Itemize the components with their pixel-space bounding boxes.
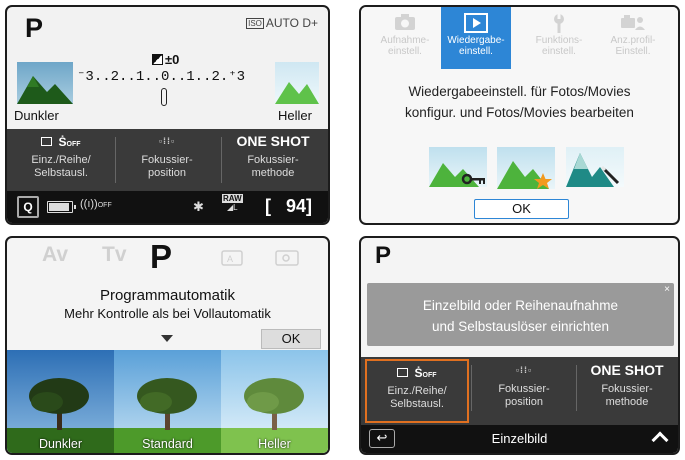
af-area-setting[interactable]: ▫⁞⁞▫ Fokussier- position	[472, 359, 576, 423]
special-scene-icon[interactable]	[275, 250, 299, 271]
preview-lighter-label: Heller	[258, 437, 291, 451]
drive-mode-icon: ṠOFF	[11, 133, 111, 150]
quick-settings-bar: ṠOFF Einz./Reihe/ Selbstausl. ▫⁞⁞▫ Fokus…	[361, 357, 678, 425]
light-preview-thumbnail	[275, 62, 319, 104]
lighter-label: Heller	[278, 108, 312, 123]
camera-profile-icon	[601, 7, 665, 35]
af-area-label: Fokussier- position	[141, 154, 193, 179]
iso-badge: ISO	[246, 18, 264, 29]
wifi-off-icon: ((ı))OFF	[80, 198, 112, 210]
af-method-setting[interactable]: ONE SHOT Fokussier- methode	[223, 133, 323, 180]
exposure-comp-icon	[152, 54, 163, 65]
shooting-mode: P	[375, 242, 392, 269]
single-shot-icon	[397, 368, 409, 377]
shooting-mode: P	[25, 13, 44, 43]
drive-mode-setting[interactable]: ṠOFF Einz./Reihe/ Selbstausl.	[365, 359, 469, 423]
mode-guide-panel: Av Tv P A Programmautomatik Mehr Kontrol…	[5, 236, 330, 455]
preview-lighter[interactable]: Heller	[221, 350, 328, 453]
tab-function-settings[interactable]: Funktions- einstell.	[527, 7, 591, 69]
chevron-down-icon[interactable]	[161, 335, 173, 342]
play-icon	[441, 7, 511, 35]
mode-subtitle: Mehr Kontrolle als bei Vollautomatik	[64, 306, 271, 321]
mode-tv[interactable]: Tv	[102, 243, 127, 267]
current-setting-text: Einzelbild	[491, 431, 548, 446]
preview-standard[interactable]: Standard	[114, 350, 221, 453]
menu-tab-bar: Aufnahme- einstell. Wiedergabe- einstell…	[361, 7, 678, 69]
menu-description: Wiedergabeeinstell. für Fotos/Movies kon…	[405, 84, 634, 120]
protect-image-icon	[429, 147, 487, 187]
exposure-screen-panel: P ISO AUTO D+ ±0 ⁻3..2..1..0..1..2.⁺3 Dun…	[5, 5, 330, 225]
drive-mode-label: Einz./Reihe/ Selbstausl.	[31, 154, 91, 179]
af-method-label: Fokussier- methode	[601, 383, 653, 408]
wrench-icon	[527, 7, 591, 35]
quick-settings-bar: ṠOFF Einz./Reihe/ Selbstausl. ▫⁞⁞▫ Fokus…	[7, 129, 328, 191]
help-text: Einzelbild oder Reihenaufnahme und Selbs…	[422, 298, 619, 334]
edit-image-icon	[566, 147, 624, 187]
af-area-setting[interactable]: ▫⁞⁞▫ Fokussier- position	[117, 133, 217, 180]
iso-indicator: ISO AUTO D+	[246, 16, 318, 30]
mode-p[interactable]: P	[150, 238, 172, 276]
camera-icon	[373, 7, 437, 35]
tab-shooting-settings[interactable]: Aufnahme- einstell.	[373, 7, 437, 69]
tab-display-profile-settings[interactable]: Anz.profil- Einstell.	[601, 7, 665, 69]
status-bar: Q ((ı))OFF ✱ RAW ◢L [ 94]	[7, 191, 328, 223]
close-icon[interactable]: ×	[664, 284, 670, 295]
af-area-label: Fokussier- position	[498, 383, 550, 408]
svg-text:A: A	[227, 254, 233, 264]
menu-tabs-panel: Aufnahme- einstell. Wiedergabe- einstell…	[359, 5, 680, 225]
af-method-label: Fokussier- methode	[247, 154, 299, 179]
exposure-pointer[interactable]	[161, 88, 167, 106]
battery-icon	[47, 201, 76, 213]
preview-darker[interactable]: Dunkler	[7, 350, 114, 453]
dark-preview-thumbnail	[17, 62, 73, 104]
quick-menu-button[interactable]: Q	[17, 196, 39, 218]
af-method-value: ONE SHOT	[590, 362, 664, 378]
preview-darker-label: Dunkler	[38, 437, 83, 451]
exposure-comp-value: ±0	[152, 52, 179, 67]
af-method-value: ONE SHOT	[236, 133, 310, 149]
shots-remaining: [ 94]	[265, 196, 313, 216]
ok-button[interactable]: OK	[474, 199, 569, 219]
quick-control-panel: P × Einzelbild oder Reihenaufnahme und S…	[359, 236, 680, 455]
bluetooth-icon: ✱	[193, 199, 204, 214]
rating-image-icon	[497, 147, 555, 189]
af-method-setting[interactable]: ONE SHOT Fokussier- methode	[575, 359, 678, 423]
drive-mode-setting[interactable]: ṠOFF Einz./Reihe/ Selbstausl.	[11, 133, 111, 180]
drive-mode-icon: ṠOFF	[367, 364, 467, 381]
single-shot-icon	[41, 137, 53, 146]
af-points-icon: ▫⁞⁞▫	[515, 365, 533, 375]
iso-value: AUTO D+	[265, 16, 318, 30]
mode-av[interactable]: Av	[42, 243, 68, 267]
image-quality-icon: RAW ◢L	[222, 194, 243, 212]
mode-title: Programmautomatik	[99, 287, 236, 304]
bottom-bar: ↩ Einzelbild	[361, 425, 678, 453]
exposure-scale[interactable]: ⁻3..2..1..0..1..2.⁺3	[77, 68, 245, 85]
darker-label: Dunkler	[14, 108, 59, 123]
scene-intelligent-auto-icon[interactable]: A	[221, 250, 243, 271]
help-popup: × Einzelbild oder Reihenaufnahme und Sel…	[367, 283, 674, 346]
drive-mode-label: Einz./Reihe/ Selbstausl.	[387, 385, 447, 410]
af-points-icon: ▫⁞⁞▫	[158, 136, 176, 146]
tab-playback-settings[interactable]: Wiedergabe- einstell.	[441, 7, 511, 69]
preview-standard-label: Standard	[142, 437, 193, 451]
ok-button[interactable]: OK	[261, 329, 321, 349]
